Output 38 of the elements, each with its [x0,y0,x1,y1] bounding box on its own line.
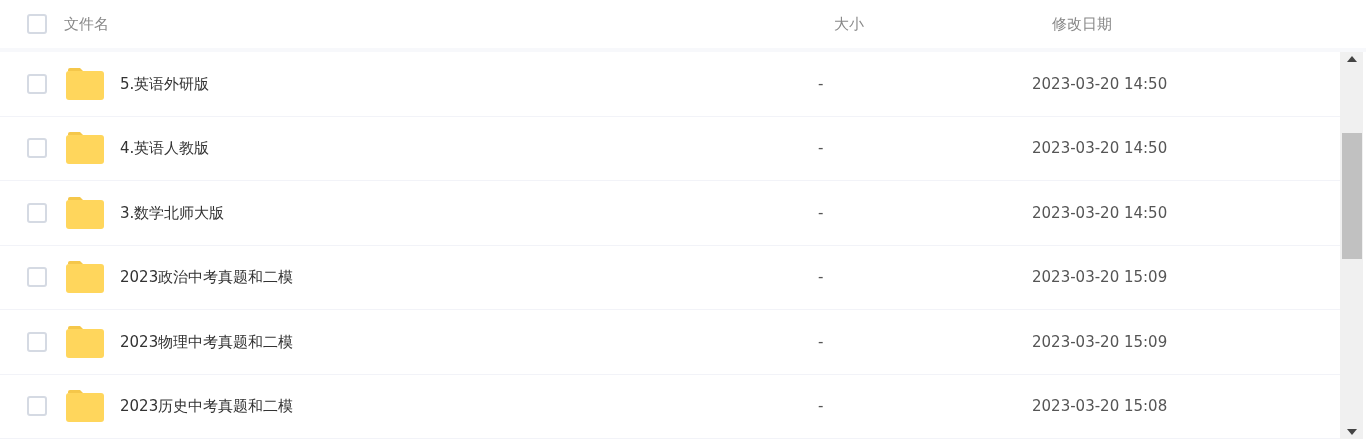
modified-date: 2023-03-20 15:09 [1032,267,1168,288]
checkbox[interactable] [27,138,47,159]
modified-date: 2023-03-20 14:50 [1032,73,1168,95]
checkbox[interactable] [27,267,47,288]
file-name[interactable]: 2023政治中考真题和二模 [120,266,818,289]
checkbox[interactable] [27,396,47,417]
modified-date: 2023-03-20 14:50 [1032,138,1168,159]
scroll-down-icon[interactable] [1346,429,1357,435]
folder-icon [66,196,104,229]
file-size: - [818,396,825,417]
folder-icon [66,390,104,423]
modified-date: 2023-03-20 15:08 [1032,396,1168,417]
scroll-up-icon[interactable] [1346,56,1357,62]
folder-icon [66,67,104,100]
file-name[interactable]: 3.数学北师大版 [120,201,818,224]
checkbox[interactable] [27,331,47,352]
checkbox[interactable] [27,202,47,223]
file-size: - [818,138,825,159]
file-size: - [818,267,825,288]
column-header: 修改日期 [1052,13,1112,35]
folder-icon [66,325,104,358]
file-name[interactable]: 2023历史中考真题和二模 [120,395,818,418]
file-size: - [818,202,825,224]
folder-icon [66,261,104,294]
checkbox[interactable] [27,14,47,34]
column-header: 文件名 [64,13,110,35]
file-name[interactable]: 2023物理中考真题和二模 [120,330,818,353]
file-size: - [818,331,825,353]
column-header: 大小 [834,13,865,35]
modified-date: 2023-03-20 14:50 [1032,202,1168,224]
checkbox[interactable] [27,73,47,94]
scrollbar[interactable] [1340,52,1363,439]
folder-icon [66,132,104,165]
modified-date: 2023-03-20 15:09 [1032,331,1168,353]
scrollbar-thumb[interactable] [1341,132,1362,259]
file-size: - [818,73,825,95]
file-name[interactable]: 5.英语外研版 [120,72,818,95]
file-name[interactable]: 4.英语人教版 [120,137,818,160]
